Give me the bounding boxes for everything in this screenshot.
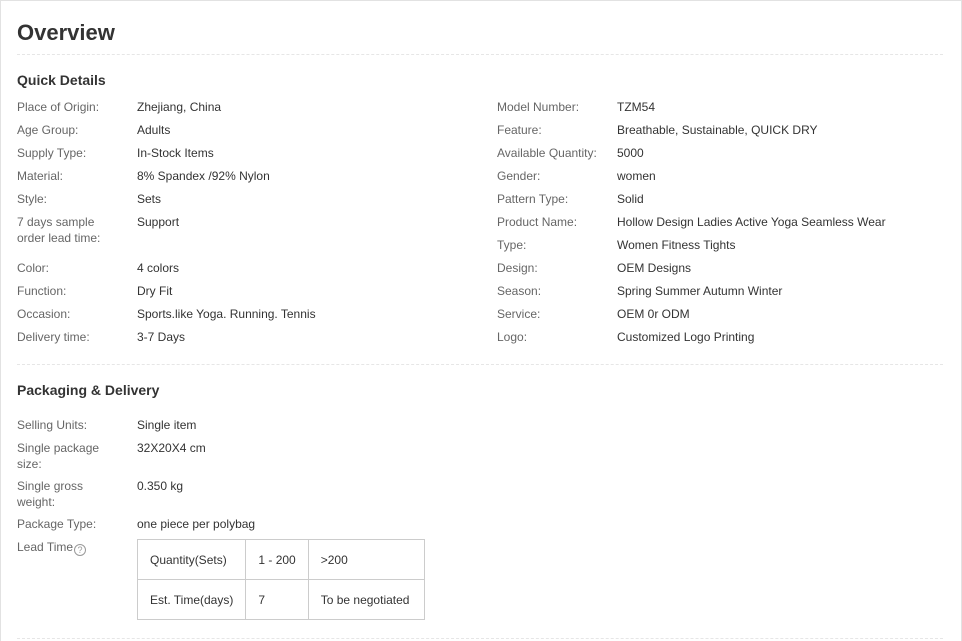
detail-value: In-Stock Items	[137, 146, 214, 160]
detail-label: Gender:	[497, 169, 541, 183]
detail-value: Breathable, Sustainable, QUICK DRY	[617, 123, 818, 137]
table-row: Est. Time(days) 7 To be negotiated	[136, 579, 425, 620]
detail-value: TZM54	[617, 100, 656, 114]
divider	[17, 364, 943, 365]
detail-label: Color:	[17, 261, 50, 275]
detail-value: Customized Logo Printing	[617, 330, 755, 344]
table-cell: Est. Time(days)	[136, 579, 247, 620]
detail-label: Style:	[17, 192, 48, 206]
detail-label: Supply Type:	[17, 146, 87, 160]
detail-value: Hollow Design Ladies Active Yoga Seamles…	[617, 215, 886, 229]
detail-label: Available Quantity:	[497, 146, 597, 160]
detail-label: Logo:	[497, 330, 528, 344]
detail-label: Type:	[497, 238, 527, 252]
detail-label: Product Name:	[497, 215, 578, 229]
table-cell: >200	[307, 539, 425, 580]
detail-value: 3-7 Days	[137, 330, 186, 344]
lead-time-label: Lead Time?	[17, 539, 127, 556]
packaging-label: Selling Units:	[17, 418, 88, 432]
table-cell: Quantity(Sets)	[136, 539, 247, 580]
table-cell: 7	[245, 579, 309, 620]
detail-value: Adults	[137, 123, 171, 137]
lead-time-text: Lead Time	[17, 540, 74, 554]
detail-value: OEM Designs	[617, 261, 692, 275]
detail-label: 7 days sample order lead time:	[17, 215, 101, 245]
packaging-label: Single package size:	[17, 441, 100, 471]
detail-value: women	[617, 169, 656, 183]
quick-details-heading: Quick Details	[17, 72, 106, 88]
divider	[17, 54, 943, 55]
packaging-label: Package Type:	[17, 517, 97, 531]
table-cell: 1 - 200	[245, 539, 309, 580]
detail-label: Service:	[497, 307, 541, 321]
packaging-heading: Packaging & Delivery	[17, 382, 160, 398]
detail-label: Pattern Type:	[497, 192, 569, 206]
detail-label: Material:	[17, 169, 64, 183]
packaging-value: 0.350 kg	[137, 479, 184, 493]
detail-value: OEM 0r ODM	[617, 307, 690, 321]
detail-label: Function:	[17, 284, 67, 298]
detail-value: 4 colors	[137, 261, 180, 275]
detail-label: Place of Origin:	[17, 100, 100, 114]
packaging-value: 32X20X4 cm	[137, 441, 206, 455]
detail-value: Dry Fit	[137, 284, 173, 298]
packaging-label: Single gross weight:	[17, 479, 84, 509]
packaging-value: one piece per polybag	[137, 517, 256, 531]
divider	[17, 638, 943, 639]
detail-value: Spring Summer Autumn Winter	[617, 284, 783, 298]
detail-label: Delivery time:	[17, 330, 90, 344]
page-title: Overview	[17, 20, 115, 45]
detail-label: Season:	[497, 284, 542, 298]
detail-value: 8% Spandex /92% Nylon	[137, 169, 270, 183]
detail-value: Zhejiang, China	[137, 100, 222, 114]
detail-label: Feature:	[497, 123, 542, 137]
packaging-value: Single item	[137, 418, 197, 432]
table-cell: To be negotiated	[307, 579, 425, 620]
help-icon[interactable]: ?	[74, 544, 87, 556]
table-row: Quantity(Sets) 1 - 200 >200	[136, 539, 425, 580]
detail-value: Sets	[137, 192, 162, 206]
detail-label: Age Group:	[17, 123, 79, 137]
detail-value: Support	[137, 215, 180, 229]
detail-value: Women Fitness Tights	[617, 238, 736, 252]
detail-label: Model Number:	[497, 100, 580, 114]
lead-time-table: Quantity(Sets) 1 - 200 >200 Est. Time(da…	[136, 539, 425, 620]
detail-label: Occasion:	[17, 307, 71, 321]
detail-value: Sports.like Yoga. Running. Tennis	[137, 307, 316, 321]
detail-label: Design:	[497, 261, 538, 275]
detail-value: 5000	[617, 146, 644, 160]
detail-value: Solid	[617, 192, 644, 206]
